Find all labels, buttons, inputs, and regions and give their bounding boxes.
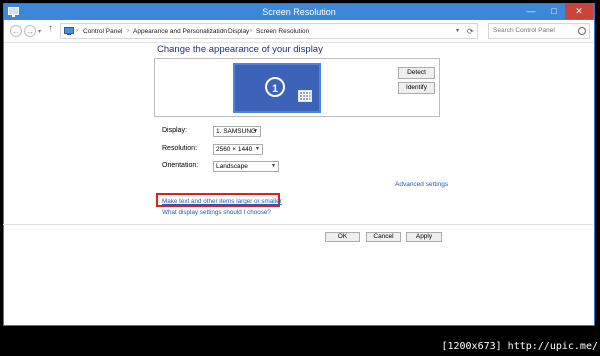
display-select[interactable]: 1. SAMSUNG ▼ — [213, 126, 261, 137]
chevron-down-icon: ▼ — [255, 146, 260, 152]
close-button[interactable]: ✕ — [565, 4, 593, 19]
display-label: Display: — [162, 127, 187, 134]
resolution-select[interactable]: 2560 × 1440 ▼ — [213, 144, 263, 155]
resolution-value: 2560 × 1440 — [216, 146, 253, 153]
display-value: 1. SAMSUNG — [216, 128, 257, 135]
chevron-down-icon[interactable]: ▾ — [456, 24, 459, 39]
minimize-button[interactable]: — — [519, 4, 543, 19]
up-button[interactable]: ↑ — [48, 23, 53, 34]
advanced-settings-link[interactable]: Advanced settings — [395, 181, 448, 188]
breadcrumb-display[interactable]: Display — [228, 24, 249, 39]
watermark: [1200x673] http://upic.me/ — [436, 339, 598, 354]
recent-locations-button[interactable]: ▾ — [38, 28, 41, 35]
breadcrumb-separator: › — [76, 28, 78, 34]
address-toolbar: ← → ▾ ↑ › Control Panel › Appearance and… — [4, 20, 594, 43]
breadcrumb-screen-resolution[interactable]: Screen Resolution — [256, 24, 309, 39]
orientation-value: Landscape — [216, 163, 248, 170]
forward-button[interactable]: → — [24, 25, 36, 37]
identify-button[interactable]: Identify — [398, 82, 435, 94]
back-button[interactable]: ← — [10, 25, 22, 37]
search-icon — [578, 27, 586, 35]
search-input[interactable]: Search Control Panel — [488, 23, 590, 39]
search-placeholder: Search Control Panel — [493, 27, 555, 34]
apply-button[interactable]: Apply — [406, 232, 442, 242]
ok-button[interactable]: OK — [325, 232, 360, 242]
title-bar: Screen Resolution — □ ✕ — [4, 4, 594, 20]
breadcrumb-separator: › — [127, 28, 129, 34]
cancel-button[interactable]: Cancel — [366, 232, 401, 242]
divider — [3, 224, 593, 225]
monitor-1[interactable]: 1 — [233, 63, 321, 113]
chevron-down-icon: ▼ — [271, 163, 276, 169]
page-heading: Change the appearance of your display — [157, 44, 323, 55]
orientation-select[interactable]: Landscape ▼ — [213, 161, 279, 172]
resolution-label: Resolution: — [162, 145, 198, 152]
breadcrumb-separator: › — [222, 28, 224, 34]
refresh-icon[interactable]: ⟳ — [467, 24, 474, 39]
control-panel-icon — [64, 27, 74, 35]
window-title: Screen Resolution — [262, 7, 336, 17]
text-size-link[interactable]: Make text and other items larger or smal… — [162, 198, 282, 205]
display-help-link[interactable]: What display settings should I choose? — [162, 209, 271, 216]
breadcrumb-appearance[interactable]: Appearance and Personalization — [133, 24, 227, 39]
address-box[interactable]: › Control Panel › Appearance and Persona… — [60, 23, 478, 39]
maximize-button[interactable]: □ — [543, 4, 565, 19]
detect-button[interactable]: Detect — [398, 67, 435, 79]
breadcrumb-separator: › — [250, 28, 252, 34]
breadcrumb-control-panel[interactable]: Control Panel — [83, 24, 122, 39]
keyboard-grid-icon — [298, 90, 312, 102]
orientation-label: Orientation: — [162, 162, 199, 169]
chevron-down-icon: ▼ — [253, 128, 258, 134]
monitor-number: 1 — [265, 77, 285, 97]
